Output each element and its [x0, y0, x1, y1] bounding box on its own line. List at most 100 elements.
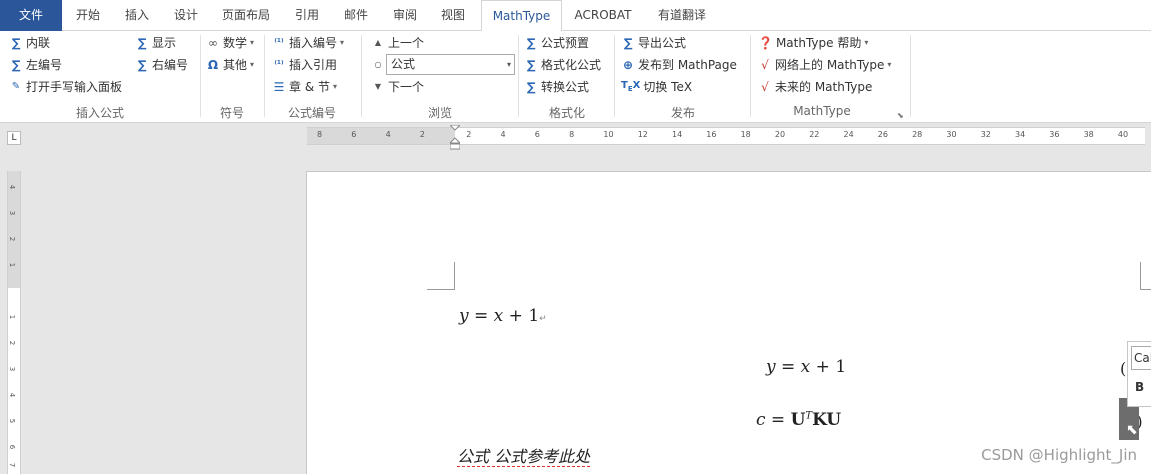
- toggle-tex-button[interactable]: TEX 切换 TeX: [621, 78, 692, 96]
- tab-review[interactable]: 审阅: [385, 0, 425, 31]
- ruler-tick-label: 4: [500, 130, 506, 139]
- font-name-field[interactable]: Cal: [1131, 346, 1151, 370]
- ruler-tick-label: 6: [351, 130, 357, 139]
- ruler-tick-label: 12: [637, 130, 648, 139]
- browse-type-select[interactable]: 公式 ▾: [386, 54, 515, 75]
- sigma-export-icon: ∑: [623, 36, 633, 50]
- ruler-tick-label: 14: [672, 130, 683, 139]
- math-symbols-dropdown[interactable]: ∞ 数学 ▾: [206, 34, 254, 52]
- dialog-launcher-icon[interactable]: ⬊: [897, 111, 904, 120]
- tex-icon: TEX: [621, 79, 641, 93]
- right-number-button[interactable]: ∑ 右编号: [135, 56, 188, 74]
- tab-acrobat[interactable]: ACROBAT: [566, 0, 640, 31]
- ruler-tick-label: 2: [419, 130, 425, 139]
- tab-youdao[interactable]: 有道翻译: [648, 0, 716, 31]
- vertical-ruler[interactable]: 4 3 2 1 1 2 3 4 5 6 7: [7, 171, 21, 474]
- chevron-down-icon: ▾: [340, 38, 345, 47]
- group-separator: [518, 35, 519, 117]
- arrow-down-icon: ▼: [374, 82, 382, 91]
- ruler-tick-label: 26: [877, 130, 888, 139]
- ruler-tick-label: 2: [466, 130, 472, 139]
- chevron-down-icon: ▾: [250, 38, 255, 47]
- group-label-browse: 浏览: [427, 106, 452, 120]
- help-icon: ❓: [758, 36, 773, 50]
- chevron-down-icon: ▾: [887, 60, 892, 69]
- indent-marker-icon[interactable]: [450, 125, 460, 151]
- ruler-tick-label: 4: [8, 392, 17, 398]
- tab-layout[interactable]: 页面布局: [214, 0, 278, 31]
- ruler-tick-label: 34: [1015, 130, 1026, 139]
- ruler-tick-label: 28: [912, 130, 923, 139]
- tab-references[interactable]: 引用: [287, 0, 327, 31]
- tab-selector-button[interactable]: L: [7, 131, 21, 145]
- group-label-mathtype: MathType: [793, 104, 851, 118]
- tab-file[interactable]: 文件: [0, 0, 62, 31]
- group-separator: [614, 35, 615, 117]
- document-page[interactable]: y = x + 1↵ y = x + 1 (1 c = UTKU (2) 公式 …: [306, 171, 1151, 474]
- pen-icon: ✎: [11, 81, 21, 92]
- ruler-tick-label: 30: [946, 130, 957, 139]
- number-icon: ⁽¹⁾: [274, 38, 284, 48]
- group-label-format: 格式化: [548, 106, 585, 120]
- publish-mathpage-button[interactable]: ⊕ 发布到 MathPage: [621, 56, 737, 74]
- mathtype-future-button[interactable]: √ 未来的 MathType: [758, 78, 872, 96]
- group-separator: [910, 35, 911, 117]
- horizontal-ruler[interactable]: 8 6 4 2 2 4 6 8 10 12 14 16 18 20 22 24 26 28 30 32 34 36 38 40: [307, 127, 1145, 145]
- ruler-tick-label: 1: [8, 262, 17, 268]
- previous-button[interactable]: ▲ 上一个: [371, 34, 424, 52]
- group-separator: [200, 35, 201, 117]
- bold-button[interactable]: B: [1135, 380, 1144, 394]
- format-equations-button[interactable]: ∑ 格式化公式: [524, 56, 601, 74]
- chapter-section-button[interactable]: ☰ 章 & 节 ▾: [272, 78, 337, 96]
- ruler-margin-shade: [307, 128, 455, 144]
- inline-equation[interactable]: y = x + 1↵: [459, 306, 547, 326]
- group-label-publish: 发布: [670, 106, 695, 120]
- circle-icon: ○: [374, 60, 382, 69]
- ribbon: ∑ 内联 ∑ 显示 ∑ 左编号 ∑ 右编号 ✎ 打开手写输入面板 插入公式 ∞ 数学 ▾ Ω其…: [0, 31, 1151, 123]
- sigma-display-icon: ∑: [137, 36, 147, 50]
- ruler-tick-label: 38: [1083, 130, 1094, 139]
- tab-design[interactable]: 设计: [166, 0, 206, 31]
- mathtype-help-button[interactable]: ❓ MathType 帮助 ▾: [758, 34, 868, 52]
- ruler-tick-label: 24: [843, 130, 854, 139]
- ruler-tick-label: 36: [1049, 130, 1060, 139]
- ruler-tick-label: 5: [8, 418, 17, 424]
- tab-mailings[interactable]: 邮件: [336, 0, 376, 31]
- margin-corner-mark: [1140, 262, 1151, 290]
- left-number-button[interactable]: ∑ 左编号: [9, 56, 62, 74]
- ruler-tick-label: 40: [1117, 130, 1129, 139]
- equation-presets-button[interactable]: ∑ 公式预置: [524, 34, 589, 52]
- convert-equations-button[interactable]: ∑ 转换公式: [524, 78, 589, 96]
- mathtype-online-button[interactable]: √ 网络上的 MathType ▾: [758, 56, 891, 74]
- insert-number-button[interactable]: ⁽¹⁾ 插入编号 ▾: [272, 34, 344, 52]
- inline-button[interactable]: ∑ 内联: [9, 34, 50, 52]
- ruler-tick-label: 8: [317, 130, 323, 139]
- ruler-tick-label: 10: [603, 130, 614, 139]
- ruler-tick-label: 7: [8, 462, 17, 468]
- ruler-tick-label: 6: [534, 130, 540, 139]
- display-button[interactable]: ∑ 显示: [135, 34, 176, 52]
- display-equation-2[interactable]: c = UTKU: [756, 410, 841, 430]
- reference-link-icon: ⁽¹⁾: [274, 60, 284, 70]
- insert-reference-button[interactable]: ⁽¹⁾ 插入引用: [272, 56, 337, 74]
- export-equations-button[interactable]: ∑ 导出公式: [621, 34, 686, 52]
- watermark: CSDN @Highlight_Jin: [981, 446, 1137, 464]
- tab-mathtype[interactable]: MathType: [481, 0, 562, 32]
- sigma-presets-icon: ∑: [526, 36, 536, 50]
- tab-home[interactable]: 开始: [68, 0, 108, 31]
- tab-view[interactable]: 视图: [433, 0, 473, 31]
- handwriting-panel-button[interactable]: ✎ 打开手写输入面板: [9, 78, 122, 96]
- equation-reference-text[interactable]: 公式 公式参考此处: [457, 448, 591, 467]
- arrow-up-icon: ▲: [374, 38, 382, 47]
- chevron-down-icon: ▾: [250, 60, 255, 69]
- ruler-tick-label: 22: [809, 130, 820, 139]
- sigma-right-number-icon: ∑: [137, 58, 147, 72]
- ruler-tick-label: 2: [8, 236, 17, 242]
- other-symbols-dropdown[interactable]: Ω 其他 ▾: [206, 56, 254, 74]
- margin-corner-mark: [427, 262, 455, 290]
- chevron-down-icon: ▾: [864, 38, 869, 47]
- next-button[interactable]: ▼ 下一个: [371, 78, 424, 96]
- display-equation-1[interactable]: y = x + 1: [766, 357, 846, 377]
- group-separator: [264, 35, 265, 117]
- tab-insert[interactable]: 插入: [117, 0, 157, 31]
